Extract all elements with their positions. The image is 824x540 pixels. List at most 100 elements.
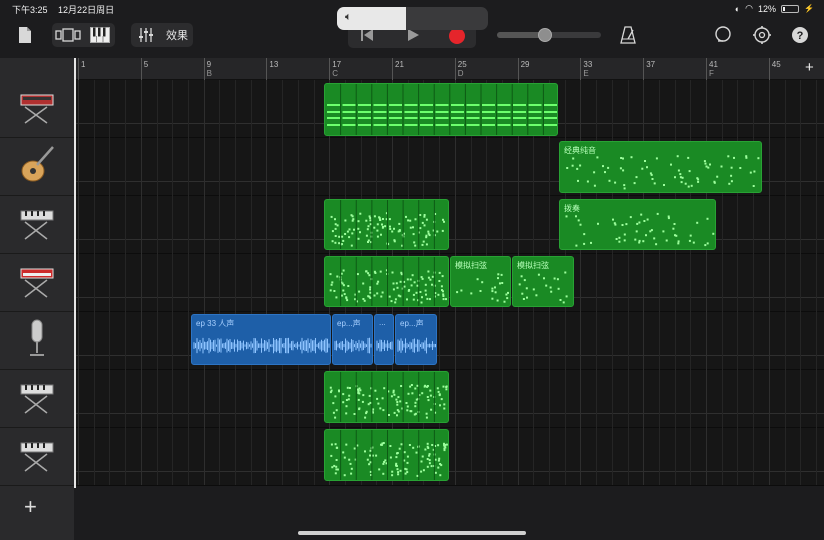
fx-button[interactable]: 效果: [163, 25, 191, 45]
track-header[interactable]: [0, 138, 74, 196]
grid-line: [93, 80, 95, 485]
keyboard-icon: [17, 433, 57, 480]
grid-line: [313, 80, 315, 485]
grid-line: [125, 80, 127, 485]
loop-browser-icon: [715, 26, 731, 42]
settings-button[interactable]: [751, 24, 773, 46]
midi-region-synth[interactable]: [324, 83, 558, 136]
synth-icon: [17, 85, 57, 132]
midi-region-analog-sweep-2[interactable]: 模拟扫弦: [512, 256, 574, 307]
help-button[interactable]: ?: [790, 25, 810, 45]
track-lane[interactable]: [74, 370, 824, 428]
ruler-bar-line: [768, 58, 770, 80]
audio-region-vocal-main[interactable]: ep 33 人声: [191, 314, 331, 365]
ruler-section-letter: C: [332, 69, 338, 78]
ruler-bar-number: 17: [332, 60, 342, 69]
track-lane[interactable]: [74, 312, 824, 370]
midi-region-keys-7-loops[interactable]: [324, 429, 449, 481]
volume-hud: 🔈︎: [337, 7, 488, 30]
playhead[interactable]: [74, 58, 76, 488]
lane-automation-line: [74, 355, 824, 356]
grid-line: [815, 80, 817, 485]
ruler-bar-number: 9: [206, 60, 212, 69]
ruler-bar-line: [580, 58, 582, 80]
my-songs-button[interactable]: [15, 24, 35, 46]
track-header[interactable]: [0, 196, 74, 254]
ruler-bar-line: [392, 58, 393, 80]
metronome-button[interactable]: [618, 25, 638, 45]
gear-icon: [753, 26, 771, 44]
midi-region-red-keys-loops[interactable]: [324, 256, 449, 307]
waveform-vocal-b: [334, 337, 372, 354]
lane-automation-line: [74, 297, 824, 298]
ruler-bar-line: [454, 58, 456, 80]
midi-region-keys-loops[interactable]: [324, 199, 449, 250]
ruler-bar-line: [517, 58, 519, 80]
grid-line: [297, 80, 299, 485]
grid-line: [78, 80, 79, 485]
midi-region-analog-sweep-1[interactable]: 模拟扫弦: [450, 256, 511, 307]
track-header[interactable]: [0, 428, 74, 486]
track-header[interactable]: [0, 370, 74, 428]
midi-notes-analog-sweep-1: [456, 273, 509, 303]
guitar-icon: [17, 143, 57, 190]
audio-region-vocal-d[interactable]: ep...声: [395, 314, 437, 365]
orientation-lock-icon: ◐: [734, 3, 741, 14]
help-icon: ?: [792, 27, 808, 43]
grid-line: [172, 80, 174, 485]
track-settings-button[interactable]: [712, 24, 734, 46]
grid-line: [282, 80, 284, 485]
add-section-button[interactable]: +: [805, 59, 814, 76]
document-icon: [19, 27, 31, 43]
track-header[interactable]: [0, 80, 74, 138]
home-indicator: [298, 531, 526, 535]
track-lane[interactable]: [74, 254, 824, 312]
mixer-sliders-icon: [139, 28, 153, 42]
add-track-button[interactable]: +: [24, 494, 37, 520]
track-header[interactable]: [0, 254, 74, 312]
record-button[interactable]: [449, 28, 465, 44]
ruler-bar-line: [643, 58, 645, 80]
waveform-vocal-main: [193, 337, 330, 354]
timeline-ruler[interactable]: 1 5 9 B 13 17 C 21 25 D 29 33 E 37 41 F 45: [74, 58, 824, 80]
ruler-bar-line: [203, 58, 205, 80]
audio-region-vocal-c[interactable]: ...: [374, 314, 394, 365]
mixer-button[interactable]: [134, 25, 158, 45]
midi-notes-keys-7: [330, 430, 448, 480]
midi-notes-analog-sweep-2: [518, 271, 568, 304]
speaker-icon: 🔈︎: [345, 11, 352, 23]
midi-region-pluck[interactable]: 拨奏: [559, 199, 716, 250]
grid-line: [109, 80, 111, 485]
instrument-view-button[interactable]: [88, 25, 112, 45]
midi-region-keys-6-loops[interactable]: [324, 371, 449, 423]
charging-icon: ⚡: [804, 4, 814, 13]
ruler-bar-line: [706, 58, 707, 80]
metronome-icon: [620, 26, 636, 44]
midi-notes-red-keys-loops: [329, 257, 447, 306]
audio-region-vocal-b[interactable]: ep...声: [332, 314, 373, 365]
status-date: 12月22日周日: [58, 5, 115, 15]
ruler-section-letter: B: [206, 69, 212, 78]
grid-line: [266, 80, 268, 485]
ruler-bar-number: 5: [143, 60, 149, 69]
tracks-view-icon: [55, 28, 81, 42]
ruler-bar-number: 33: [583, 60, 593, 69]
grid-line: [768, 80, 770, 485]
red-keyboard-icon: [17, 259, 57, 306]
track-lane[interactable]: [74, 428, 824, 486]
track-header[interactable]: [0, 312, 74, 370]
midi-region-clean-tone[interactable]: 经典纯音: [559, 141, 762, 193]
ruler-section-letter: D: [457, 69, 464, 78]
lane-automation-line: [74, 413, 824, 414]
ruler-bar-line: [78, 58, 79, 80]
lane-automation-line: [74, 471, 824, 472]
grid-line: [140, 80, 142, 485]
grid-line: [235, 80, 236, 485]
grid-line: [219, 80, 221, 485]
grid-line: [156, 80, 158, 485]
master-volume-knob[interactable]: [537, 28, 552, 42]
status-time: 下午3:25: [12, 5, 48, 15]
midi-notes-keys-loops: [330, 200, 445, 249]
go-to-start-icon: [361, 29, 373, 41]
tracks-view-button[interactable]: [54, 25, 82, 45]
